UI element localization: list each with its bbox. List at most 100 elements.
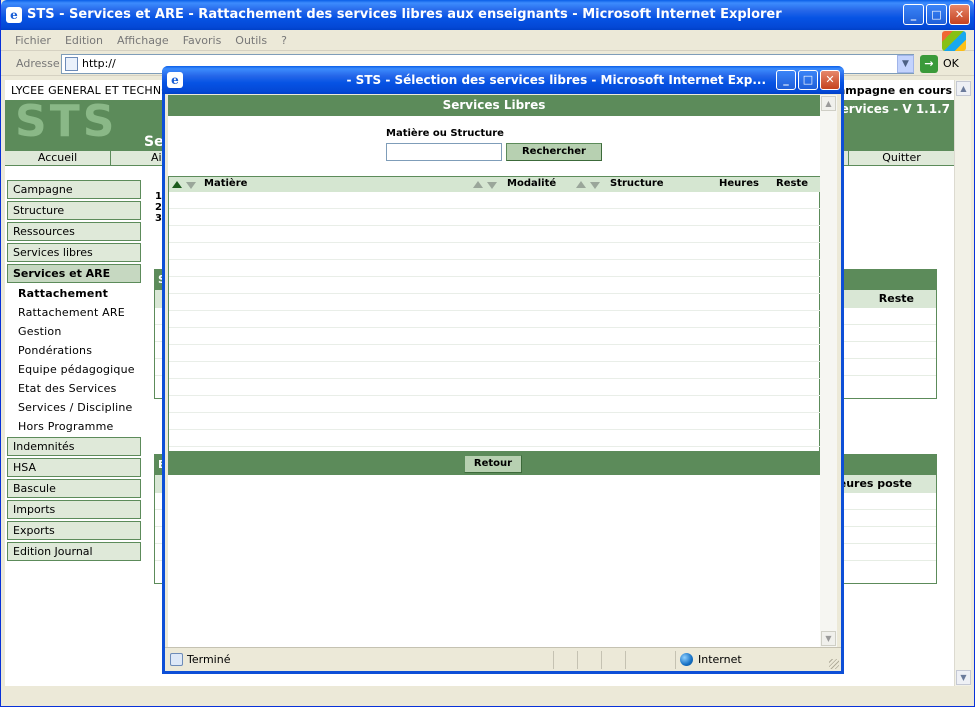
sort-asc-icon[interactable] — [576, 181, 586, 188]
grid-header: Matière Modalité Structure Heures Reste — [169, 176, 820, 192]
sidebar-item-ressources[interactable]: Ressources — [7, 222, 141, 241]
submenu-services-discipline[interactable]: Services / Discipline — [18, 401, 132, 414]
sidebar-item-bascule[interactable]: Bascule — [7, 479, 141, 498]
popup-maximize-button[interactable]: □ — [798, 70, 818, 90]
address-value: http:// — [82, 57, 116, 70]
popup-title: - STS - Sélection des services libres - … — [346, 73, 766, 87]
popup-scroll-down-icon[interactable]: ▼ — [821, 631, 836, 646]
nav-second[interactable]: Ai — [111, 151, 163, 165]
col-heures: Heures — [719, 178, 759, 189]
table-row — [169, 311, 820, 328]
window-title-bar[interactable]: e STS - Services et ARE - Rattachement d… — [1, 0, 974, 30]
retour-button[interactable]: Retour — [464, 455, 522, 473]
table-row — [169, 362, 820, 379]
table-row — [169, 396, 820, 413]
sidebar-item-services-are[interactable]: Services et ARE — [7, 264, 141, 283]
scroll-down-icon[interactable]: ▼ — [956, 670, 971, 685]
services-grid: Matière Modalité Structure Heures Reste — [168, 176, 820, 452]
internet-zone-icon — [680, 653, 693, 666]
sidebar-item-structure[interactable]: Structure — [7, 201, 141, 220]
menu-help[interactable]: ? — [281, 34, 287, 47]
submenu-etat-services[interactable]: Etat des Services — [18, 382, 117, 395]
col-structure[interactable]: Structure — [610, 178, 664, 189]
menu-affichage[interactable]: Affichage — [117, 34, 169, 47]
table-row — [169, 260, 820, 277]
nav-quitter[interactable]: Quitter — [848, 151, 954, 165]
address-dropdown-icon[interactable]: ▼ — [897, 55, 914, 73]
sidebar-item-services-libres[interactable]: Services libres — [7, 243, 141, 262]
table-row — [169, 192, 820, 209]
col-matiere[interactable]: Matière — [204, 178, 247, 189]
menu-favoris[interactable]: Favoris — [183, 34, 222, 47]
page-icon — [65, 57, 78, 71]
submenu-rattachement[interactable]: Rattachement — [18, 287, 108, 300]
windows-logo-icon — [942, 31, 966, 51]
resize-grip-icon[interactable] — [829, 659, 839, 669]
enseignants-col-heures-poste: eures poste — [838, 477, 912, 490]
sort-asc-icon[interactable] — [172, 181, 182, 188]
menu-bar: Fichier Edition Affichage Favoris Outils… — [1, 30, 974, 51]
popup-minimize-button[interactable]: _ — [776, 70, 796, 90]
popup-title-bar[interactable]: e - STS - Sélection des services libres … — [162, 66, 844, 94]
services-col-reste: Reste — [878, 292, 914, 305]
table-row — [169, 209, 820, 226]
maximize-button[interactable]: □ — [926, 4, 947, 25]
popup-scrollbar[interactable]: ▲ ▼ — [820, 95, 837, 647]
sidebar-item-edition-journal[interactable]: Edition Journal — [7, 542, 141, 561]
submenu-equipe[interactable]: Equipe pédagogique — [18, 363, 135, 376]
page-status-icon — [170, 653, 183, 666]
submenu-hors-programme[interactable]: Hors Programme — [18, 420, 113, 433]
window-title: STS - Services et ARE - Rattachement des… — [27, 7, 782, 22]
status-text: Terminé — [187, 653, 231, 666]
sts-logo: STS — [15, 96, 118, 147]
table-row — [169, 328, 820, 345]
table-row — [169, 413, 820, 430]
sidebar-item-campagne[interactable]: Campagne — [7, 180, 141, 199]
zone-text: Internet — [698, 653, 742, 666]
banner-subtitle: Se — [144, 134, 164, 150]
sort-asc-icon[interactable] — [473, 181, 483, 188]
menu-edition[interactable]: Edition — [65, 34, 103, 47]
address-label: Adresse — [16, 57, 60, 70]
services-libres-header: Services Libres — [168, 95, 820, 116]
app-version: ervices - V 1.1.7 — [840, 102, 950, 116]
nav-accueil[interactable]: Accueil — [5, 151, 111, 165]
table-row — [169, 379, 820, 396]
go-button-label[interactable]: OK — [943, 57, 959, 70]
popup-footer-bar: Retour — [168, 452, 820, 475]
sidebar-item-imports[interactable]: Imports — [7, 500, 141, 519]
col-modalite[interactable]: Modalité — [507, 178, 556, 189]
sidebar-item-hsa[interactable]: HSA — [7, 458, 141, 477]
scroll-up-icon[interactable]: ▲ — [956, 81, 971, 96]
sort-desc-icon[interactable] — [487, 182, 497, 189]
submenu-rattachement-are[interactable]: Rattachement ARE — [18, 306, 125, 319]
ie-icon: e — [6, 7, 22, 23]
popup-window: e - STS - Sélection des services libres … — [162, 66, 844, 674]
sort-desc-icon[interactable] — [186, 182, 196, 189]
go-arrow-icon[interactable]: → — [920, 55, 938, 73]
submenu-gestion[interactable]: Gestion — [18, 325, 62, 338]
sidebar-item-exports[interactable]: Exports — [7, 521, 141, 540]
col-reste: Reste — [776, 178, 808, 189]
search-button[interactable]: Rechercher — [506, 143, 602, 161]
table-row — [169, 430, 820, 447]
close-button[interactable]: ✕ — [949, 4, 970, 25]
sidebar-item-indemnites[interactable]: Indemnités — [7, 437, 141, 456]
popup-page: Services Libres Matière ou Structure Rec… — [168, 95, 820, 647]
minimize-button[interactable]: _ — [903, 4, 924, 25]
popup-close-button[interactable]: ✕ — [820, 70, 840, 90]
campaign-status: campagne en cours — [831, 84, 952, 97]
page-scrollbar[interactable]: ▲ ▼ — [954, 80, 971, 686]
search-label: Matière ou Structure — [386, 128, 504, 139]
popup-scroll-up-icon[interactable]: ▲ — [821, 96, 836, 111]
menu-fichier[interactable]: Fichier — [15, 34, 51, 47]
sort-desc-icon[interactable] — [590, 182, 600, 189]
menu-outils[interactable]: Outils — [235, 34, 267, 47]
popup-ie-icon: e — [167, 72, 183, 88]
table-row — [169, 294, 820, 311]
table-row — [169, 345, 820, 362]
table-row — [169, 277, 820, 294]
submenu-ponderations[interactable]: Pondérations — [18, 344, 92, 357]
table-row — [169, 226, 820, 243]
search-input[interactable] — [386, 143, 502, 161]
